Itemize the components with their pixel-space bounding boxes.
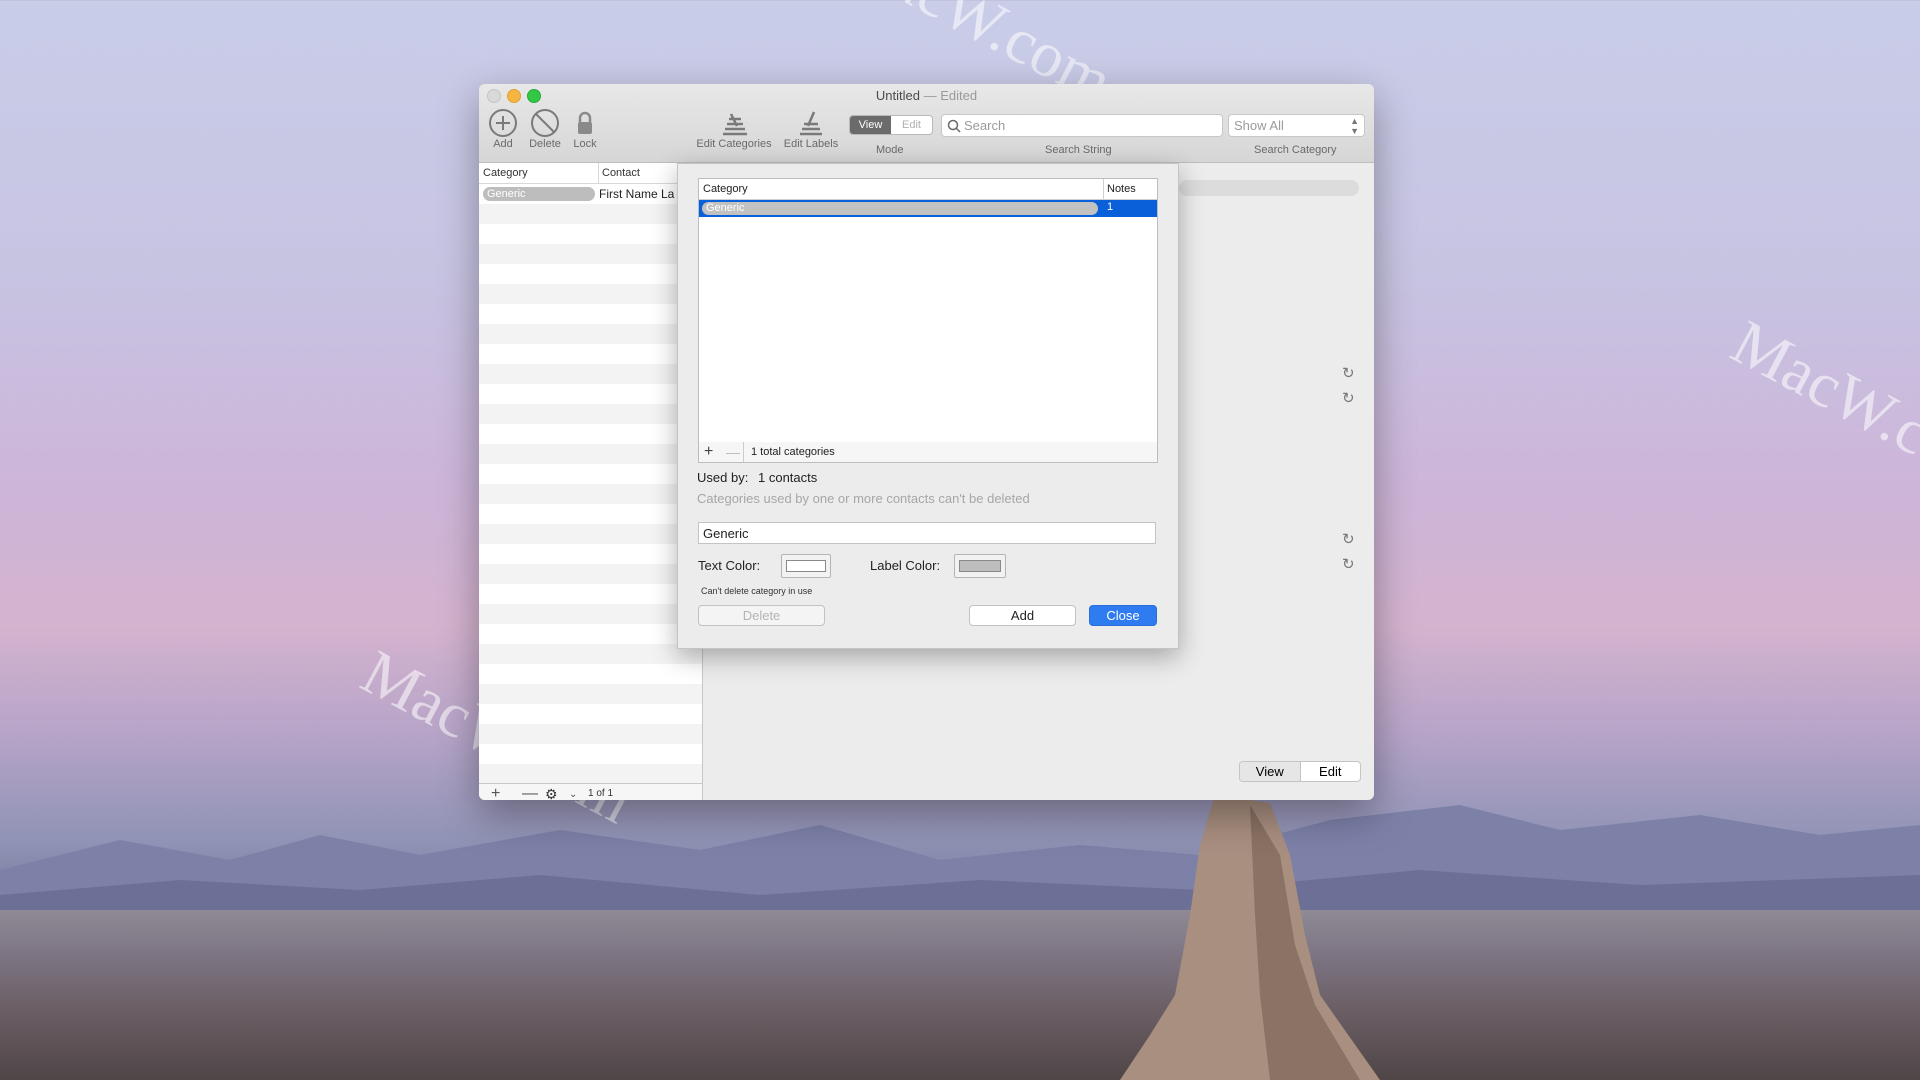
category-column-header[interactable]: Category <box>479 163 599 184</box>
prohibited-icon <box>531 109 559 137</box>
mode-edit-segment[interactable]: Edit <box>891 116 932 134</box>
lock-toolbar-label: Lock <box>573 138 597 150</box>
notes-header[interactable]: Notes <box>1107 179 1136 199</box>
desert-floor <box>0 910 1920 1080</box>
chevron-down-icon[interactable]: ⌄ <box>569 786 577 800</box>
categories-stack-icon <box>723 113 747 136</box>
used-by-value: 1 contacts <box>758 470 818 485</box>
used-by-label: Used by: <box>697 470 749 485</box>
list-stripe <box>479 204 702 224</box>
view-edit-toggle[interactable]: View Edit <box>1239 761 1361 782</box>
list-stripe <box>479 764 702 784</box>
delete-category-button[interactable]: Delete <box>698 605 825 626</box>
header-divider <box>1103 179 1104 199</box>
categories-table-footer: + — 1 total categories <box>698 442 1158 463</box>
rock-pinnacle <box>1120 795 1380 1080</box>
category-name-field[interactable]: Generic <box>698 522 1156 544</box>
list-stripe <box>479 284 702 304</box>
text-color-well[interactable] <box>781 554 831 578</box>
lock-toolbar-button[interactable]: Lock <box>568 108 602 150</box>
category-row-generic[interactable]: Generic 1 <box>699 200 1157 217</box>
label-color-label: Label Color: <box>870 558 941 573</box>
record-count: 1 of 1 <box>588 788 614 799</box>
category-header[interactable]: Category <box>703 179 748 199</box>
list-stripe <box>479 524 702 544</box>
contact-name-cell: First Name La <box>599 187 675 201</box>
list-bottom-bar: + — ⚙ ⌄ 1 of 1 <box>479 783 702 800</box>
list-row-generic[interactable]: Generic First Name La <box>479 184 702 204</box>
list-stripe <box>479 724 702 744</box>
list-stripe <box>479 244 702 264</box>
title-bar: Untitled — Edited Add Delete Lock Edit C… <box>479 84 1374 163</box>
bottom-view-button[interactable]: View <box>1240 762 1301 781</box>
labels-stack-icon <box>800 111 822 136</box>
edited-indicator: — Edited <box>923 88 978 103</box>
refresh-icon[interactable]: ↻ <box>1342 389 1355 407</box>
window-title: Untitled — Edited <box>479 88 1374 103</box>
category-name-value: Generic <box>703 526 749 541</box>
mode-label: Mode <box>876 144 904 156</box>
document-name: Untitled <box>875 88 920 103</box>
categories-table: Category Notes Generic 1 <box>698 178 1158 444</box>
refresh-icon[interactable]: ↻ <box>1342 530 1355 548</box>
search-field[interactable]: Search <box>941 114 1223 137</box>
edit-labels-label: Edit Labels <box>783 138 839 150</box>
list-stripe <box>479 644 702 664</box>
bottom-edit-button[interactable]: Edit <box>1301 762 1361 781</box>
list-stripe <box>479 484 702 504</box>
list-stripe <box>479 604 702 624</box>
remove-category-button[interactable]: — <box>726 442 740 462</box>
watermark-right: MacW.com <box>1720 306 1920 508</box>
category-name-pill: Generic <box>702 202 1098 215</box>
category-notes-cell: 1 <box>1107 201 1114 213</box>
list-stripe <box>479 324 702 344</box>
mode-view-segment[interactable]: View <box>850 116 891 134</box>
refresh-icon[interactable]: ↻ <box>1342 555 1355 573</box>
magnifier-icon <box>947 119 961 133</box>
add-category-dialog-button[interactable]: Add <box>969 605 1076 626</box>
add-toolbar-button[interactable]: Add <box>486 108 520 150</box>
add-toolbar-label: Add <box>493 138 513 150</box>
categories-table-header: Category Notes <box>699 179 1157 200</box>
remove-contact-button[interactable]: — <box>522 784 538 800</box>
close-dialog-button[interactable]: Close <box>1089 605 1157 626</box>
mode-segmented-control[interactable]: View Edit <box>849 115 933 135</box>
delete-toolbar-button[interactable]: Delete <box>525 108 565 150</box>
edit-categories-sheet: Category Notes Generic 1 + — 1 total cat… <box>677 163 1179 649</box>
list-stripe <box>479 404 702 424</box>
list-stripe <box>479 444 702 464</box>
add-contact-button[interactable]: + <box>491 784 500 800</box>
text-color-label: Text Color: <box>698 558 761 573</box>
contact-list: Category Contact Generic First Name La <box>479 163 705 800</box>
edit-categories-label: Edit Categories <box>696 138 772 150</box>
edit-categories-button[interactable]: Edit Categories <box>692 108 776 150</box>
search-string-label: Search String <box>1045 144 1112 156</box>
list-stripe <box>479 564 702 584</box>
cant-delete-note: Can't delete category in use <box>701 586 813 596</box>
deletion-note: Categories used by one or more contacts … <box>697 491 1030 506</box>
label-color-well[interactable] <box>954 554 1006 578</box>
list-stripe <box>479 684 702 704</box>
updown-chevron-icon: ▲ ▼ <box>1350 116 1359 136</box>
add-circle-icon <box>489 109 517 137</box>
search-placeholder: Search <box>964 118 1006 133</box>
detail-field-bar <box>1179 180 1359 196</box>
text-color-swatch <box>786 560 826 572</box>
search-category-select[interactable]: Show All ▲ ▼ <box>1228 114 1365 137</box>
lock-icon <box>578 111 592 134</box>
category-pill: Generic <box>483 187 595 201</box>
search-category-value: Show All <box>1234 118 1284 133</box>
total-categories: 1 total categories <box>751 446 835 458</box>
label-color-swatch <box>959 560 1001 572</box>
add-category-button[interactable]: + <box>704 442 713 462</box>
edit-labels-button[interactable]: Edit Labels <box>779 108 843 150</box>
delete-toolbar-label: Delete <box>529 138 561 150</box>
list-stripe <box>479 364 702 384</box>
search-category-label: Search Category <box>1254 144 1337 156</box>
footer-divider <box>743 442 744 462</box>
gear-icon[interactable]: ⚙ <box>545 785 558 800</box>
refresh-icon[interactable]: ↻ <box>1342 364 1355 382</box>
